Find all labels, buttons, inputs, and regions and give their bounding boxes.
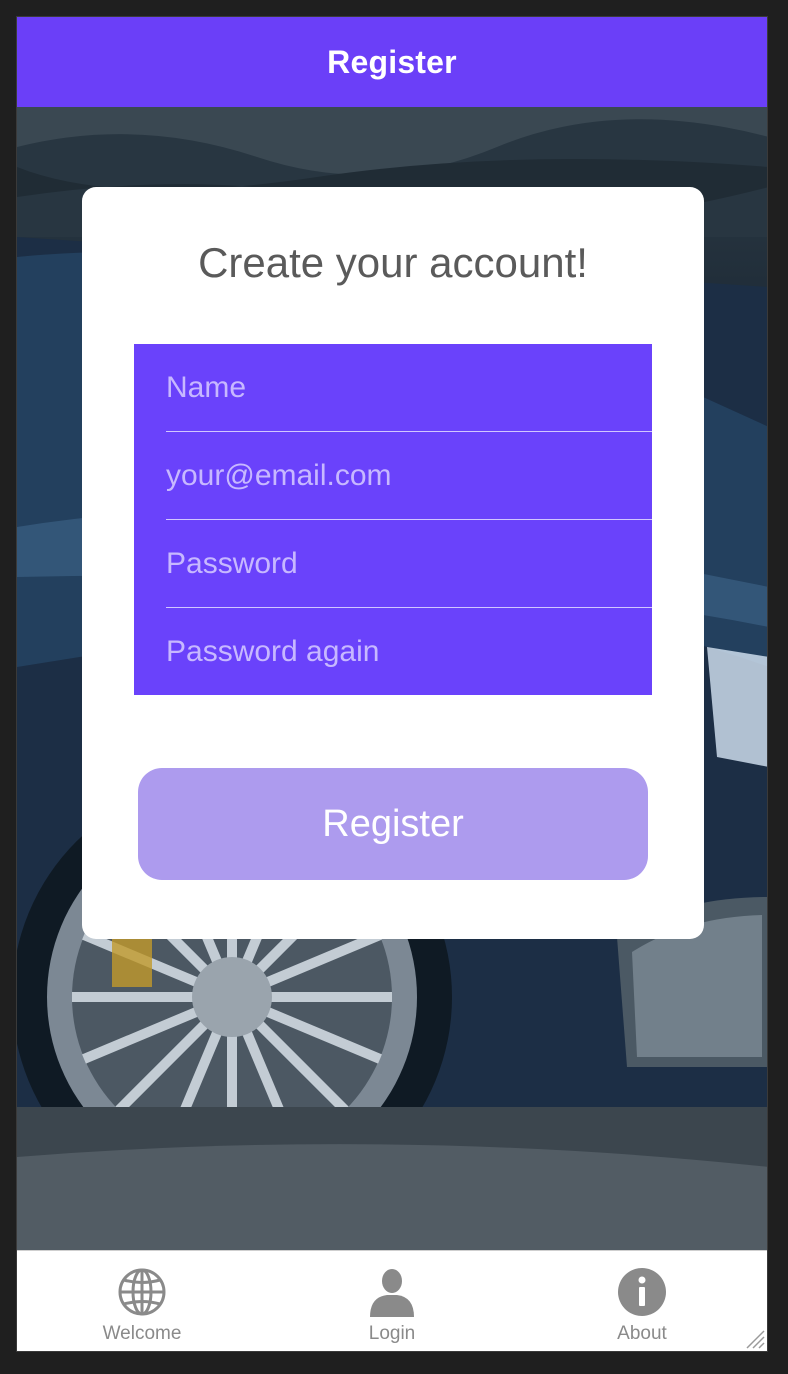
password-input[interactable] [166, 520, 652, 607]
register-card: Create your account! Register [82, 187, 704, 939]
register-form [134, 344, 652, 696]
tab-welcome[interactable]: Welcome [17, 1251, 267, 1351]
page-title: Register [327, 43, 457, 80]
password-again-input[interactable] [166, 608, 652, 696]
tab-about[interactable]: About [517, 1251, 767, 1351]
register-button[interactable]: Register [138, 768, 648, 880]
tab-bar: Welcome Login About [17, 1250, 767, 1351]
email-input[interactable] [166, 432, 652, 519]
name-field-row [166, 344, 652, 432]
email-field-row [166, 432, 652, 520]
app-window: Register Create your account! Name your@… [16, 16, 768, 1352]
tab-login[interactable]: Login [267, 1251, 517, 1351]
tab-welcome-label: Welcome [102, 1323, 182, 1344]
password-field-row [166, 520, 652, 608]
resize-grip-icon[interactable] [743, 1327, 765, 1349]
navigation-bar: Register [17, 17, 767, 107]
tab-login-label: Login [368, 1323, 416, 1344]
info-icon [618, 1268, 666, 1316]
user-icon [370, 1269, 414, 1317]
password-again-field-row [166, 608, 652, 696]
tab-about-label: About [617, 1323, 667, 1344]
globe-icon [118, 1268, 166, 1316]
card-title: Create your account! [198, 239, 588, 286]
name-input[interactable] [166, 344, 652, 431]
